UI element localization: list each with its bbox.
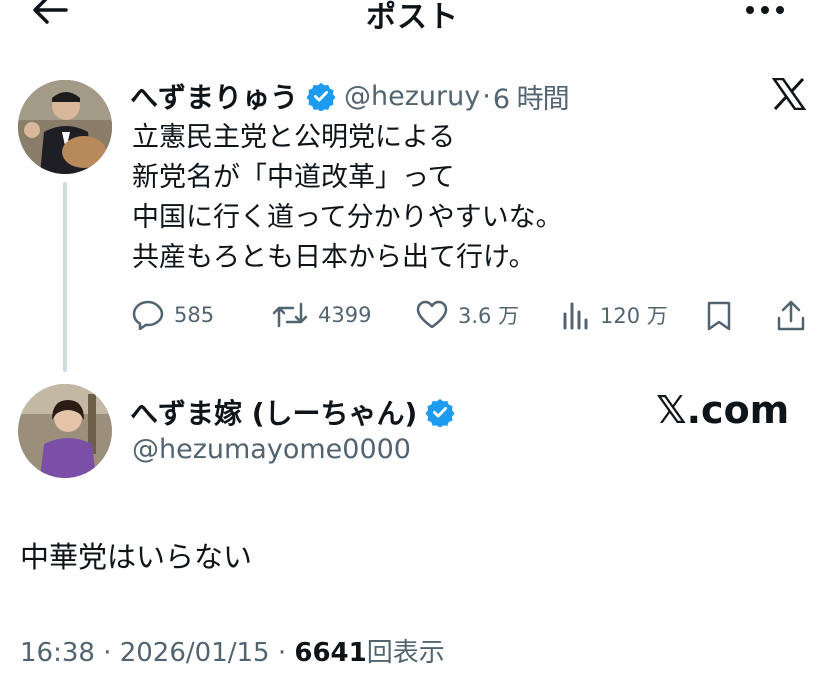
post-time[interactable]: 6 時間 (493, 77, 570, 116)
page-title: ポスト (366, 0, 459, 35)
x-logo-icon (772, 78, 806, 110)
repost-button[interactable]: 4399 (272, 300, 371, 330)
view-count: 120 万 (600, 304, 668, 328)
author-avatar[interactable] (18, 80, 112, 174)
reply-author-handle[interactable]: @hezumayome0000 (132, 434, 411, 465)
like-button[interactable]: 3.6 万 (416, 300, 519, 330)
back-arrow-icon[interactable] (30, 0, 68, 26)
post-header: へずまりゅう @hezuruy · 6 時間 (130, 76, 570, 116)
repost-icon (272, 300, 308, 330)
x-com-watermark: 𝕏.com (656, 388, 790, 432)
separator: · (482, 80, 491, 112)
share-icon[interactable] (776, 300, 806, 332)
reply-count: 585 (174, 303, 215, 327)
reply-icon (132, 300, 164, 330)
reply-button[interactable]: 585 (132, 300, 214, 330)
thread-line (63, 182, 67, 372)
reply-post-header: へずま嫁 (しーちゃん) (130, 392, 455, 432)
author-name[interactable]: へずまりゅう (130, 76, 298, 116)
author-handle[interactable]: @hezuruy (344, 81, 480, 112)
view-count-total: 6641 (294, 638, 367, 668)
verified-badge-icon (306, 81, 336, 111)
bookmark-icon[interactable] (706, 300, 732, 332)
post-timestamp[interactable]: 16:38 · 2026/01/15 · (20, 638, 286, 668)
like-count: 3.6 万 (458, 304, 520, 328)
reply-author-avatar[interactable] (18, 384, 112, 478)
repost-count: 4399 (318, 303, 372, 327)
verified-badge-icon (425, 397, 455, 427)
post-meta: 16:38 · 2026/01/15 · 6641回表示 (20, 632, 445, 669)
views-icon (562, 300, 590, 330)
reply-post-text: 中華党はいらない (20, 540, 253, 574)
views-button[interactable]: 120 万 (562, 300, 668, 330)
more-icon[interactable] (745, 4, 785, 16)
like-icon (416, 300, 448, 330)
reply-author-name[interactable]: へずま嫁 (しーちゃん) (130, 392, 417, 432)
post-text: 立憲民主党と公明党による 新党名が「中道改革」って 中国に行く道って分かりやすい… (132, 122, 563, 273)
view-count-label: 回表示 (366, 638, 445, 668)
